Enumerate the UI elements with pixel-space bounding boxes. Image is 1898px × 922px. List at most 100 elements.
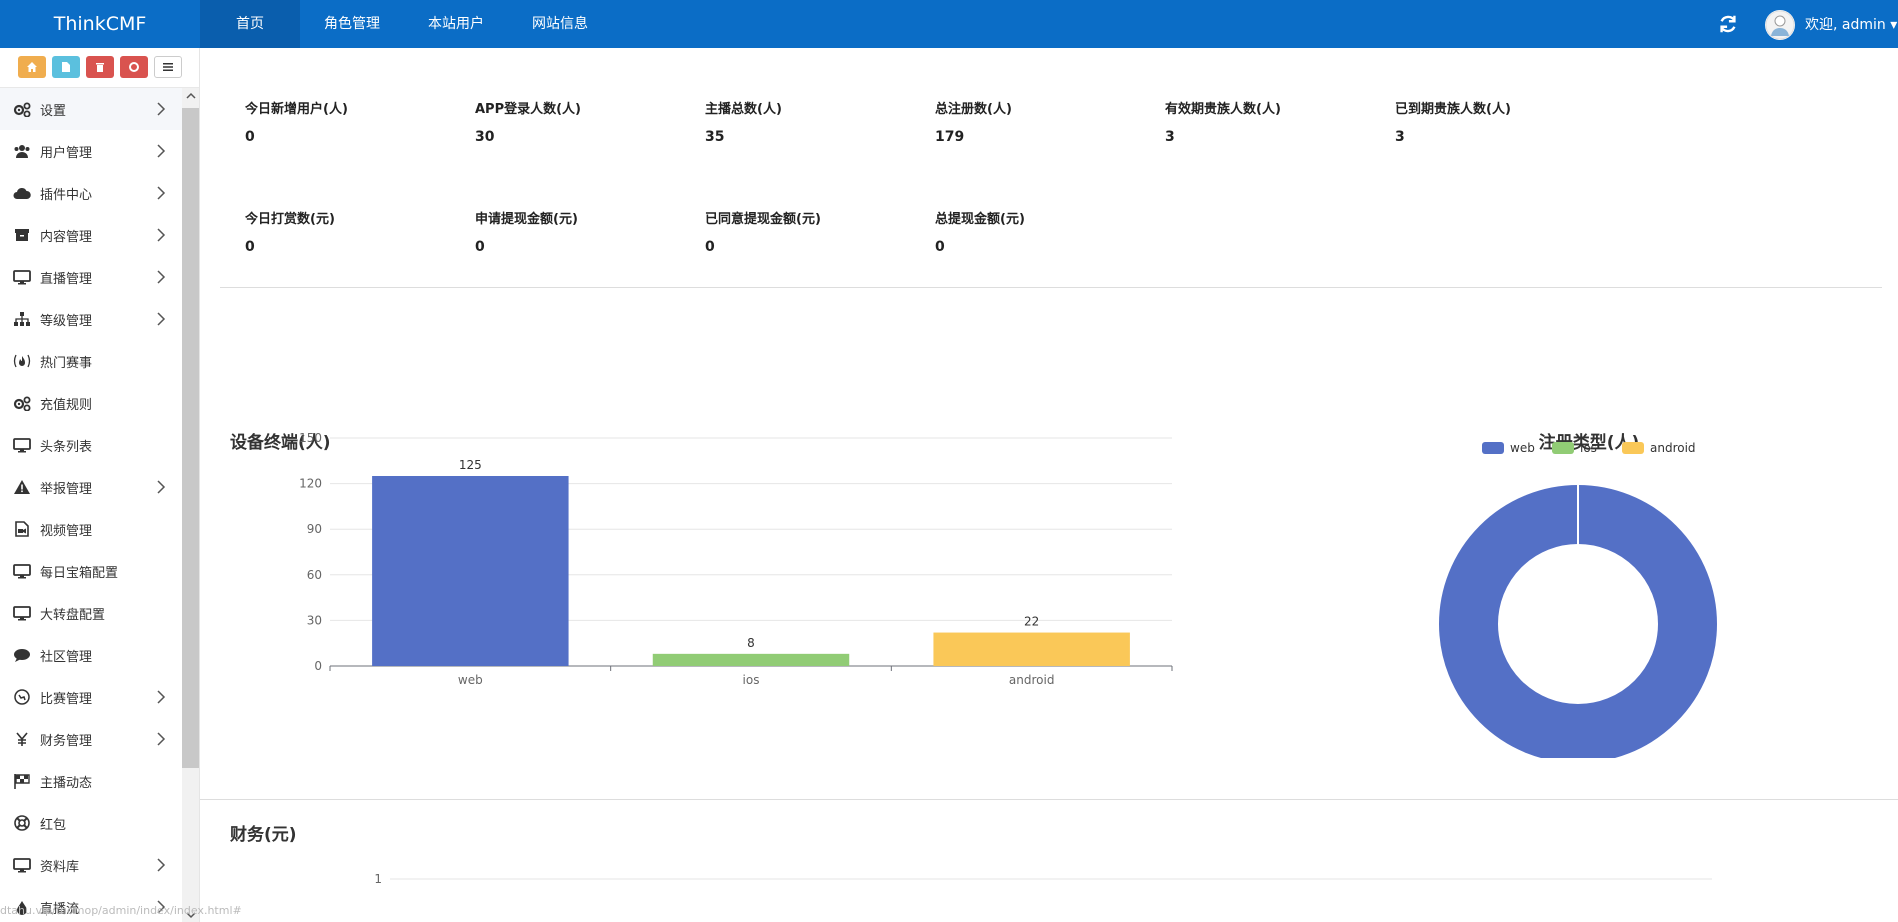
sidebar-item-1[interactable]: 用户管理 bbox=[0, 130, 182, 172]
stat-value: 35 bbox=[705, 129, 725, 145]
stat-label: 申请提现金额(元) bbox=[475, 212, 578, 227]
x-tick-label: web bbox=[458, 673, 483, 687]
bar-android[interactable] bbox=[933, 632, 1130, 666]
sidebar-item-label: 设置 bbox=[40, 103, 67, 119]
stat-label: 主播总数(人) bbox=[705, 102, 782, 117]
desktop-icon bbox=[12, 856, 32, 874]
scroll-up-icon[interactable] bbox=[186, 91, 196, 101]
stat-value: 3 bbox=[1395, 129, 1405, 145]
sidebar-item-12[interactable]: 大转盘配置 bbox=[0, 592, 182, 634]
topnav-site-info[interactable]: 网站信息 bbox=[508, 0, 612, 48]
stat-card: APP登录人数(人) 30 bbox=[475, 98, 695, 145]
shortcut-trash-button[interactable] bbox=[86, 56, 114, 78]
sidebar-item-5[interactable]: 等级管理 bbox=[0, 298, 182, 340]
sidebar-item-11[interactable]: 每日宝箱配置 bbox=[0, 550, 182, 592]
sidebar-item-9[interactable]: 举报管理 bbox=[0, 466, 182, 508]
sidebar-item-8[interactable]: 头条列表 bbox=[0, 424, 182, 466]
sidebar-item-label: 比赛管理 bbox=[40, 691, 93, 707]
sidebar-item-label: 等级管理 bbox=[40, 313, 93, 329]
chevron-down-icon: ▾ bbox=[1890, 17, 1898, 33]
bar-value-label: 125 bbox=[459, 458, 482, 472]
chevron-right-icon bbox=[157, 690, 166, 704]
sidebar-item-17[interactable]: 红包 bbox=[0, 802, 182, 844]
register-pie-chart: web ios android bbox=[1439, 441, 1717, 758]
avatar[interactable] bbox=[1765, 10, 1795, 40]
topnav-site-users[interactable]: 本站用户 bbox=[404, 0, 508, 48]
stat-value: 0 bbox=[245, 239, 255, 255]
stat-card: 总注册数(人) 179 bbox=[935, 98, 1155, 145]
sidebar-item-13[interactable]: 社区管理 bbox=[0, 634, 182, 676]
trash-icon bbox=[96, 63, 104, 72]
stat-card: 主播总数(人) 35 bbox=[705, 98, 925, 145]
sidebar-item-4[interactable]: 直播管理 bbox=[0, 256, 182, 298]
chevron-right-icon bbox=[157, 858, 166, 872]
stat-value: 30 bbox=[475, 129, 495, 145]
legend-label[interactable]: web bbox=[1510, 441, 1535, 455]
stat-label: APP登录人数(人) bbox=[475, 102, 581, 117]
finance-line-chart: 1 bbox=[374, 872, 1712, 886]
chevron-right-icon bbox=[157, 228, 166, 242]
user-menu[interactable]: 欢迎, admin ▾ bbox=[1805, 0, 1897, 48]
device-bar-chart: 0 30 60 90 120 150 125 web 8 ios 22 android bbox=[299, 431, 1173, 687]
bar-web[interactable] bbox=[372, 476, 569, 666]
legend-swatch-web[interactable] bbox=[1482, 442, 1504, 454]
shortcut-file-button[interactable] bbox=[52, 56, 80, 78]
sidebar-item-18[interactable]: 资料库 bbox=[0, 844, 182, 886]
users-icon bbox=[12, 142, 32, 160]
refresh-icon[interactable] bbox=[1717, 13, 1739, 35]
stat-value: 179 bbox=[935, 129, 965, 145]
recycle-icon bbox=[129, 62, 139, 72]
stat-value: 0 bbox=[475, 239, 485, 255]
sidebar: 设置用户管理插件中心 内容管理 直播管理等级管理热门赛事 充值规则头条列表举报管理 视频… bbox=[0, 48, 200, 922]
brand-logo[interactable]: ThinkCMF bbox=[0, 0, 200, 48]
sidebar-item-label: 头条列表 bbox=[40, 439, 93, 455]
stat-card: 已到期贵族人数(人) 3 bbox=[1395, 98, 1615, 145]
sidebar-scroll-thumb[interactable] bbox=[182, 108, 199, 768]
sidebar-item-7[interactable]: 充值规则 bbox=[0, 382, 182, 424]
bar-ios[interactable] bbox=[652, 653, 850, 666]
stat-value: 0 bbox=[245, 129, 255, 145]
stat-label: 有效期贵族人数(人) bbox=[1165, 102, 1281, 117]
sidebar-item-0[interactable]: 设置 bbox=[0, 88, 182, 130]
stat-card: 今日打赏数(元) 0 bbox=[245, 208, 465, 255]
sidebar-item-15[interactable]: 财务管理 bbox=[0, 718, 182, 760]
x-tick-label: ios bbox=[743, 673, 760, 687]
home-icon bbox=[27, 62, 37, 72]
stat-label: 今日新增用户(人) bbox=[245, 102, 348, 117]
legend-label[interactable]: android bbox=[1650, 441, 1696, 455]
chevron-right-icon bbox=[157, 732, 166, 746]
shortcut-home-button[interactable] bbox=[18, 56, 46, 78]
fire-icon bbox=[12, 352, 32, 370]
soccer-icon bbox=[12, 688, 32, 706]
sidebar-item-3[interactable]: 内容管理 bbox=[0, 214, 182, 256]
sidebar-item-label: 用户管理 bbox=[40, 145, 93, 161]
pie-slice-web[interactable] bbox=[1439, 485, 1717, 758]
legend-swatch-ios[interactable] bbox=[1552, 442, 1574, 454]
y-tick-label: 150 bbox=[299, 431, 322, 445]
legend-label[interactable]: ios bbox=[1580, 441, 1597, 455]
chevron-right-icon bbox=[157, 102, 166, 116]
legend-swatch-android[interactable] bbox=[1622, 442, 1644, 454]
sitemap-icon bbox=[12, 310, 32, 328]
sidebar-menu: 设置用户管理插件中心 内容管理 直播管理等级管理热门赛事 充值规则头条列表举报管理 视频… bbox=[0, 88, 182, 922]
top-nav: 首页 角色管理 本站用户 网站信息 bbox=[200, 0, 612, 48]
topnav-home[interactable]: 首页 bbox=[200, 0, 300, 48]
stat-label: 已同意提现金额(元) bbox=[705, 212, 821, 227]
sidebar-item-10[interactable]: 视频管理 bbox=[0, 508, 182, 550]
sidebar-item-2[interactable]: 插件中心 bbox=[0, 172, 182, 214]
shortcut-recycle-button[interactable] bbox=[120, 56, 148, 78]
sidebar-item-6[interactable]: 热门赛事 bbox=[0, 340, 182, 382]
yen-icon bbox=[12, 730, 32, 748]
shortcut-list-button[interactable] bbox=[154, 56, 182, 78]
topnav-roles[interactable]: 角色管理 bbox=[300, 0, 404, 48]
lifebuoy-icon bbox=[12, 814, 32, 832]
y-tick-label: 90 bbox=[307, 522, 322, 536]
comment-icon bbox=[12, 646, 32, 664]
archive-icon bbox=[12, 226, 32, 244]
finance-panel: 财务(元) 1 bbox=[200, 800, 1898, 922]
sidebar-item-14[interactable]: 比赛管理 bbox=[0, 676, 182, 718]
sidebar-item-label: 社区管理 bbox=[40, 649, 93, 665]
chevron-right-icon bbox=[157, 312, 166, 326]
chevron-right-icon bbox=[157, 144, 166, 158]
sidebar-item-16[interactable]: 主播动态 bbox=[0, 760, 182, 802]
